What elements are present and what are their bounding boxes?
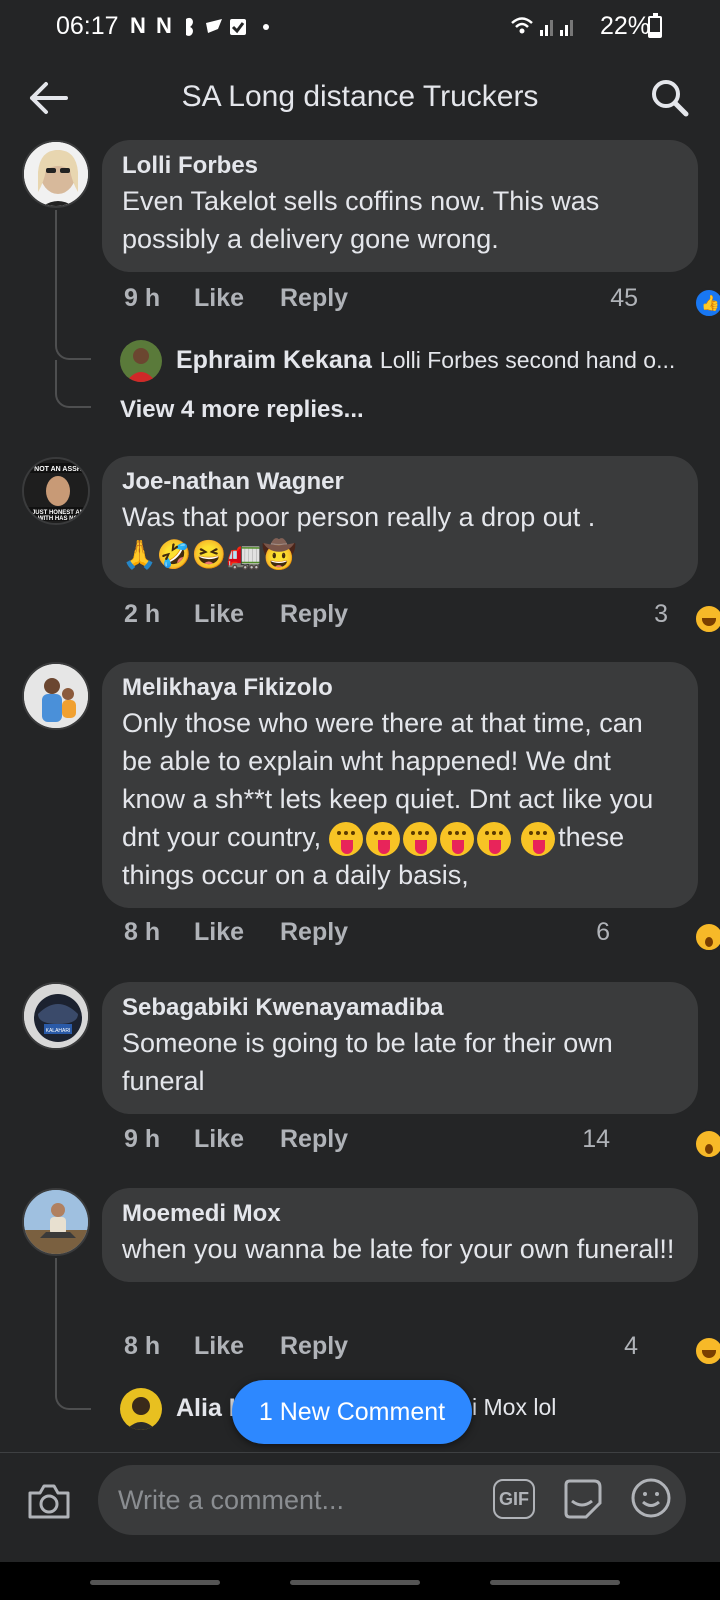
tongue-emoji-icon	[521, 821, 556, 856]
nav-recents-handle[interactable]	[490, 1580, 620, 1585]
like-button[interactable]: Like	[194, 1125, 244, 1154]
system-nav-bar	[0, 1562, 720, 1600]
comment-bubble[interactable]: Melikhaya Fikizolo Only those who were t…	[102, 662, 698, 908]
wow-reaction-icon	[694, 922, 720, 952]
comment-author[interactable]: Sebagabiki Kwenayamadiba	[122, 992, 678, 1024]
comment-author[interactable]: Melikhaya Fikizolo	[122, 672, 678, 704]
notif-app-icons	[186, 18, 270, 37]
avatar[interactable]	[22, 662, 90, 730]
comment-author[interactable]: Lolli Forbes	[122, 150, 678, 182]
reply-avatar	[120, 340, 162, 382]
gif-icon[interactable]: GIF	[493, 1479, 535, 1519]
like-button[interactable]: Like	[194, 600, 244, 629]
nav-home-handle[interactable]	[290, 1580, 420, 1585]
comment-text: Was that poor person really a drop out .	[122, 502, 596, 532]
reaction-count[interactable]: 45	[610, 284, 638, 313]
notif-n-icon: N N	[130, 13, 174, 38]
thread-elbow	[55, 330, 91, 360]
reply-author[interactable]: Ephraim Kekana Lolli Forbes second hand o…	[176, 346, 675, 375]
wow-reaction-icon	[694, 1129, 720, 1159]
tongue-emoji-icon	[476, 821, 511, 856]
comment-text: Someone is going to be late for their ow…	[122, 1028, 613, 1096]
new-comment-button[interactable]: 1 New Comment	[232, 1380, 472, 1444]
search-icon[interactable]	[650, 78, 690, 118]
emoji-icon[interactable]	[630, 1477, 672, 1519]
tongue-emoji-icon	[402, 821, 437, 856]
reply-text: i Mox lol	[472, 1394, 557, 1420]
comment-emojis: 🙏🤣😆🚛🤠	[122, 539, 297, 570]
comment-author[interactable]: Moemedi Mox	[122, 1198, 678, 1230]
comment-text: Even Takelot sells coffins now. This was…	[122, 186, 600, 254]
reply-button[interactable]: Reply	[280, 600, 348, 629]
view-more-replies-link[interactable]: View 4 more replies...	[120, 396, 364, 424]
reply-text: Lolli Forbes second hand o...	[379, 347, 676, 373]
group-title: SA Long distance Truckers	[181, 80, 539, 113]
comment-actions: 8 h Like Reply 6	[124, 912, 720, 952]
comment-time: 8 h	[124, 918, 161, 946]
reaction-count[interactable]: 3	[654, 600, 668, 629]
comment-bubble[interactable]: Lolli Forbes Even Takelot sells coffins …	[102, 140, 698, 272]
comment-time: 8 h	[124, 1332, 161, 1360]
tongue-emoji-icon	[439, 821, 474, 856]
comment-actions: 9 h Like Reply 45	[124, 278, 720, 318]
comment-bubble[interactable]: Moemedi Mox when you wanna be late for y…	[102, 1188, 698, 1282]
camera-icon[interactable]	[26, 1481, 72, 1521]
haha-reaction-icon	[694, 604, 720, 634]
comment-composer: GIF	[0, 1452, 720, 1562]
status-time: 06:17	[56, 12, 119, 40]
battery-percent: 22%	[599, 12, 650, 40]
reaction-count[interactable]: 4	[624, 1332, 638, 1361]
comment-actions: 2 h Like Reply 3	[124, 594, 720, 634]
reply-button[interactable]: Reply	[280, 1332, 348, 1361]
thread-line	[55, 210, 57, 330]
reply-button[interactable]: Reply	[280, 284, 348, 313]
comment-author[interactable]: Joe-nathan Wagner	[122, 466, 678, 498]
avatar[interactable]: KALAHARI	[22, 982, 90, 1050]
thread-elbow	[55, 1378, 91, 1410]
reply-button[interactable]: Reply	[280, 918, 348, 947]
comment-time: 2 h	[124, 600, 161, 628]
reply-author-name: Ephraim Kekana	[176, 346, 372, 374]
comment-bubble[interactable]: Joe-nathan Wagner Was that poor person r…	[102, 456, 698, 588]
svg-text:KALAHARI: KALAHARI	[46, 1028, 71, 1034]
like-button[interactable]: Like	[194, 1332, 244, 1361]
avatar[interactable]	[22, 1188, 90, 1256]
haha-reaction-icon	[694, 1336, 720, 1366]
reaction-count[interactable]: 14	[582, 1125, 610, 1154]
comment-actions: 9 h Like Reply 14	[124, 1119, 720, 1159]
thread-elbow	[55, 360, 91, 408]
avatar[interactable]: NOT AN ASSH JUST HONEST AN WITH HAS NO	[22, 457, 90, 525]
thread-line	[55, 1258, 57, 1378]
tongue-emoji-icon	[328, 821, 363, 856]
comment-text: when you wanna be late for your own fune…	[122, 1234, 675, 1264]
comment-time: 9 h	[124, 1125, 161, 1153]
comment-bubble[interactable]: Sebagabiki Kwenayamadiba Someone is goin…	[102, 982, 698, 1114]
svg-text:NOT AN ASSH: NOT AN ASSH	[34, 466, 82, 473]
battery-icon	[648, 13, 662, 38]
like-button[interactable]: Like	[194, 284, 244, 313]
signal-icon	[510, 14, 578, 44]
reply-avatar	[120, 1388, 162, 1430]
avatar[interactable]	[22, 140, 90, 208]
like-button[interactable]: Like	[194, 918, 244, 947]
comment-actions: 8 h Like Reply 4	[124, 1326, 720, 1366]
comment-text: Only those who were there at that time, …	[122, 704, 678, 894]
comment-time: 9 h	[124, 284, 161, 312]
header: SA Long distance Truckers	[0, 62, 720, 134]
svg-text:WITH HAS NO: WITH HAS NO	[38, 516, 79, 522]
tongue-emoji-icon	[365, 821, 400, 856]
reply-button[interactable]: Reply	[280, 1125, 348, 1154]
status-bar: 06:17 N N 22%	[0, 0, 720, 54]
nav-back-handle[interactable]	[90, 1580, 220, 1585]
sticker-icon[interactable]	[560, 1477, 604, 1521]
reply-author-name[interactable]: Alia I	[176, 1394, 236, 1423]
reaction-count[interactable]: 6	[596, 918, 610, 947]
like-reaction-icon	[694, 288, 720, 318]
notification-icons: N N	[130, 13, 278, 39]
reply-preview[interactable]: Ephraim Kekana Lolli Forbes second hand o…	[120, 338, 700, 384]
